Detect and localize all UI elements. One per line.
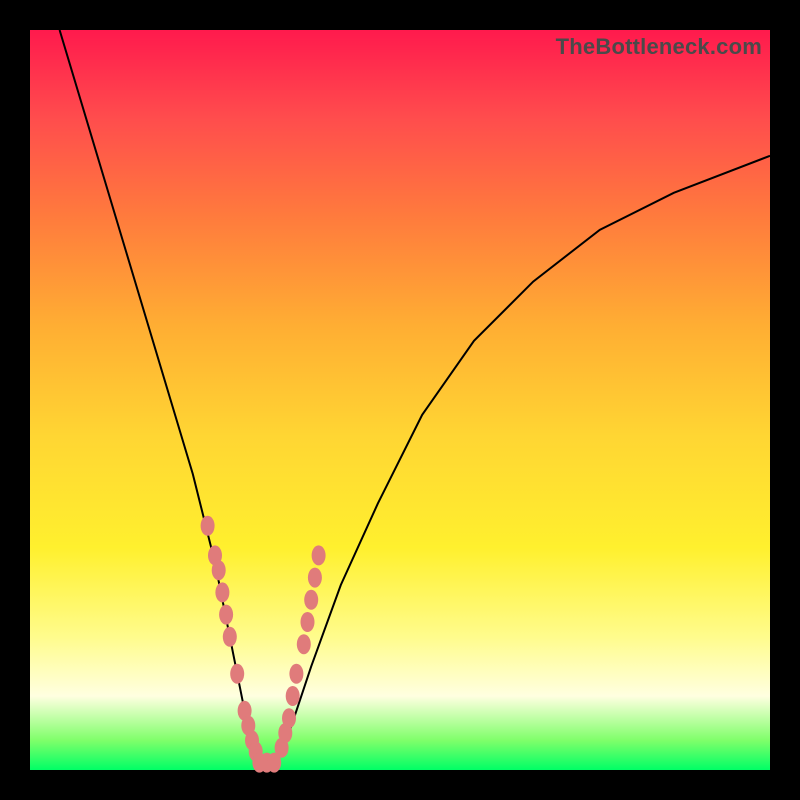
curve-marker [215,582,229,602]
curve-marker [297,634,311,654]
curve-marker [219,605,233,625]
curve-marker [282,708,296,728]
curve-marker [223,627,237,647]
curve-marker [230,664,244,684]
chart-frame: TheBottleneck.com [0,0,800,800]
curve-marker [301,612,315,632]
curve-marker [212,560,226,580]
curve-marker [289,664,303,684]
curve-marker [304,590,318,610]
curve-marker [286,686,300,706]
bottleneck-curve [60,30,770,763]
curve-marker [308,568,322,588]
curve-marker [312,545,326,565]
plot-area: TheBottleneck.com [30,30,770,770]
curve-marker [201,516,215,536]
marker-group [201,516,326,773]
chart-svg [30,30,770,770]
